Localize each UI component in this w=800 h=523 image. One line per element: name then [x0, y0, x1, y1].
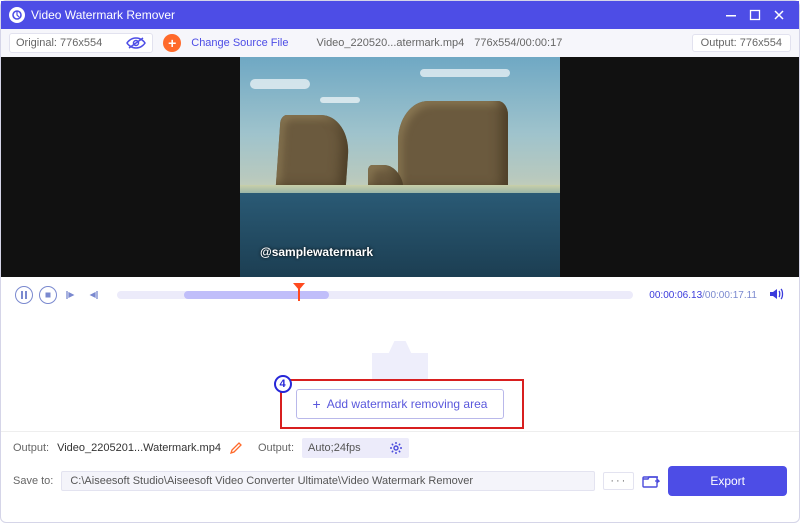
output-format-label: Output:: [258, 442, 294, 454]
playhead-icon[interactable]: [293, 285, 305, 303]
minimize-button[interactable]: [719, 3, 743, 27]
maximize-button[interactable]: [743, 3, 767, 27]
original-dimensions-box: Original: 776x554: [9, 33, 153, 53]
plus-icon: +: [313, 396, 321, 412]
seek-track[interactable]: [117, 291, 633, 299]
inbox-icon: [372, 341, 428, 381]
watermark-area-dropzone: 4 + Add watermark removing area: [1, 313, 799, 431]
output-dimensions-box: Output: 776x554: [692, 34, 791, 52]
bottom-panel: Output: Video_2205201...Watermark.mp4 Ou…: [1, 431, 799, 506]
output-format-select[interactable]: Auto;24fps: [302, 438, 409, 458]
save-to-label: Save to:: [13, 475, 53, 487]
change-source-link[interactable]: Change Source File: [191, 37, 288, 49]
time-display: 00:00:06.13/00:00:17.11: [649, 290, 757, 301]
save-path-field[interactable]: C:\Aiseesoft Studio\Aiseesoft Video Conv…: [61, 471, 595, 491]
stop-button[interactable]: [39, 286, 57, 304]
gear-icon[interactable]: [389, 441, 403, 455]
volume-icon[interactable]: [769, 287, 785, 304]
close-button[interactable]: [767, 3, 791, 27]
add-watermark-area-button[interactable]: + Add watermark removing area: [296, 389, 505, 419]
open-folder-icon[interactable]: [642, 474, 660, 488]
toolbar: Original: 776x554 + Change Source File V…: [1, 29, 799, 57]
source-filename: Video_220520...atermark.mp4: [316, 37, 464, 49]
playback-controls: 00:00:06.13/00:00:17.11: [1, 277, 799, 313]
annotation-step-badge: 4: [274, 375, 292, 393]
app-title: Video Watermark Remover: [31, 8, 719, 22]
sample-watermark-text: @samplewatermark: [260, 245, 373, 259]
video-preview[interactable]: @samplewatermark: [1, 57, 799, 277]
preview-toggle-icon[interactable]: [126, 36, 146, 50]
output-filename: Video_2205201...Watermark.mp4: [57, 442, 221, 454]
trim-end-button[interactable]: [85, 287, 101, 303]
titlebar: Video Watermark Remover: [1, 1, 799, 29]
browse-button[interactable]: ···: [603, 472, 634, 490]
trim-start-button[interactable]: [63, 287, 79, 303]
app-logo-icon: [9, 7, 25, 23]
edit-filename-icon[interactable]: [229, 442, 242, 455]
source-info: 776x554/00:00:17: [474, 37, 562, 49]
export-button[interactable]: Export: [668, 466, 787, 496]
add-file-icon[interactable]: +: [163, 34, 181, 52]
pause-button[interactable]: [15, 286, 33, 304]
video-frame: @samplewatermark: [240, 57, 560, 277]
output-file-label: Output:: [13, 442, 49, 454]
